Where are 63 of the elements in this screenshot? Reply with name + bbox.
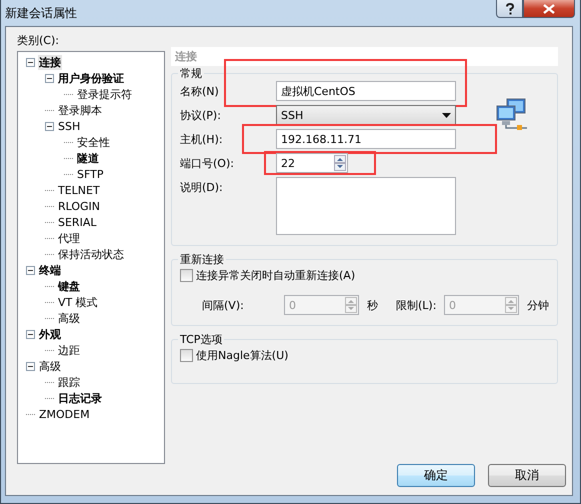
field-label: 端口号(O):: [180, 156, 235, 171]
network-computers-icon: [495, 97, 529, 131]
help-icon: [504, 2, 514, 14]
collapse-icon[interactable]: [26, 266, 35, 274]
field-label: 限制(L):: [396, 298, 438, 312]
tree-item[interactable]: SFTP: [76, 168, 104, 180]
unit-label: 分钟: [527, 298, 549, 312]
text-field[interactable]: 虚拟机CentOS: [276, 81, 456, 101]
tree-item[interactable]: VT 模式: [57, 294, 99, 310]
group-title: 重新连接: [179, 252, 225, 267]
checkbox-label: 使用Nagle算法(U): [196, 348, 288, 363]
tree-item[interactable]: 跟踪: [57, 374, 81, 390]
checkbox[interactable]: [180, 269, 193, 282]
tree-item[interactable]: 边距: [57, 342, 81, 358]
description-field[interactable]: [276, 177, 456, 235]
tree-item[interactable]: TELNET: [57, 184, 101, 196]
tree-item[interactable]: 键盘: [57, 278, 81, 294]
field-label: 名称(N): [180, 84, 220, 99]
text-field[interactable]: 192.168.11.71: [276, 129, 456, 149]
tree-item[interactable]: 登录提示符: [76, 86, 133, 102]
tree-item[interactable]: 终端: [38, 262, 62, 278]
field-label: 说明(D):: [180, 180, 224, 195]
collapse-icon[interactable]: [26, 330, 35, 338]
tree-item[interactable]: 保持活动状态: [57, 246, 125, 262]
field-label: 间隔(V):: [202, 298, 245, 312]
tree-item[interactable]: 登录脚本: [57, 102, 103, 118]
category-tree[interactable]: 连接 用户身份验证 登录提示符 登录脚本 SSH 安全性 隧道 SFTP TELNET RLOGIN SERIAL 代理 保持活动状态 终端 键盘 VT 模式 高级 外观 边距 高级 跟踪 日志记录 ZMODEM: [17, 51, 165, 464]
checkbox-label: 连接异常关闭时自动重新连接(A): [196, 268, 356, 283]
window-title: 新建会话属性: [5, 5, 77, 22]
tree-item[interactable]: SERIAL: [57, 216, 98, 228]
checkbox[interactable]: [180, 349, 193, 362]
category-label: 类别(C):: [17, 33, 60, 48]
field-label: 协议(P):: [180, 108, 222, 123]
tree-item[interactable]: 代理: [57, 230, 81, 246]
tree-item[interactable]: 用户身份验证: [57, 70, 125, 86]
field-label: 主机(H):: [180, 132, 224, 147]
tree-item[interactable]: 高级: [38, 358, 62, 374]
close-button[interactable]: [523, 0, 575, 18]
protocol-dropdown[interactable]: SSH: [276, 105, 456, 125]
collapse-icon[interactable]: [26, 58, 35, 66]
tree-item[interactable]: 安全性: [76, 134, 111, 150]
panel-header: 连接: [171, 47, 558, 66]
spin-arrows-icon[interactable]: [334, 155, 346, 171]
collapse-icon[interactable]: [45, 74, 54, 82]
tree-item[interactable]: 高级: [57, 310, 81, 326]
tree-item[interactable]: SSH: [57, 120, 82, 132]
dropdown-arrow-icon: [442, 112, 451, 118]
collapse-icon[interactable]: [45, 122, 54, 130]
tree-item[interactable]: 连接: [38, 54, 62, 70]
tree-item[interactable]: 日志记录: [57, 390, 103, 406]
collapse-icon[interactable]: [26, 362, 35, 370]
group-title: 常规: [179, 66, 203, 81]
tree-item[interactable]: 外观: [38, 326, 62, 342]
dialog-button[interactable]: 取消: [488, 464, 566, 487]
tree-item[interactable]: ZMODEM: [38, 408, 91, 420]
help-button[interactable]: [496, 0, 523, 18]
tree-item[interactable]: RLOGIN: [57, 200, 102, 212]
tree-item[interactable]: 隧道: [76, 150, 100, 166]
unit-label: 秒: [367, 298, 378, 312]
close-icon: [543, 4, 555, 14]
port-spinbox[interactable]: 22: [276, 153, 348, 173]
dialog-button[interactable]: 确定: [397, 464, 475, 487]
group-title: TCP选项: [179, 332, 224, 347]
